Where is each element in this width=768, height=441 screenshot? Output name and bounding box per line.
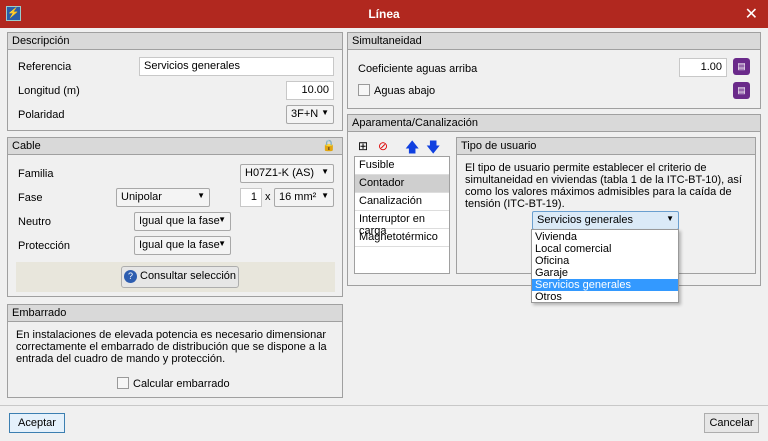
coef-input[interactable]: 1.00 — [679, 58, 727, 77]
tipo-usuario-value: Servicios generales — [537, 214, 633, 226]
neutro-select[interactable]: Igual que la fase ▼ — [134, 212, 231, 231]
aparamenta-list: Fusible Contador Canalización Interrupto… — [354, 156, 450, 274]
footer-divider — [0, 405, 768, 406]
close-icon[interactable]: ✕ — [745, 4, 758, 24]
embarrado-panel: Embarrado En instalaciones de elevada po… — [7, 304, 343, 398]
proteccion-select[interactable]: Igual que la fase ▼ — [134, 236, 231, 255]
calcular-embarrado-checkbox[interactable]: Calcular embarrado — [117, 377, 230, 390]
cable-header-label: Cable — [12, 140, 41, 152]
descripcion-header: Descripción — [8, 33, 342, 50]
chevron-down-icon: ▼ — [218, 239, 226, 248]
polaridad-label: Polaridad — [18, 109, 65, 121]
cable-header: Cable 🔒 — [8, 138, 342, 155]
referencia-label: Referencia — [18, 61, 72, 73]
proteccion-value: Igual que la fase — [139, 239, 220, 251]
polaridad-select[interactable]: 3F+N ▼ — [286, 105, 334, 124]
descripcion-panel: Descripción Referencia Servicios general… — [7, 32, 343, 131]
consultar-area: ? Consultar selección — [16, 262, 335, 292]
polaridad-value: 3F+N — [291, 108, 319, 120]
chevron-down-icon: ▼ — [666, 214, 674, 223]
fase-type-value: Unipolar — [121, 191, 162, 203]
chevron-down-icon: ▼ — [321, 108, 329, 117]
tipo-usuario-select[interactable]: Servicios generales ▼ — [532, 211, 679, 230]
fase-section-value: 16 mm² — [279, 191, 317, 203]
accept-button[interactable]: Aceptar — [9, 413, 65, 433]
consultar-button[interactable]: ? Consultar selección — [121, 266, 239, 288]
aguas-abajo-label: Aguas abajo — [374, 85, 436, 97]
fase-count-input[interactable]: 1 — [240, 188, 262, 207]
fase-type-select[interactable]: Unipolar ▼ — [116, 188, 210, 207]
times-label: x — [265, 191, 271, 203]
option-oficina[interactable]: Oficina — [532, 255, 678, 267]
option-local-comercial[interactable]: Local comercial — [532, 243, 678, 255]
consultar-label: Consultar selección — [140, 270, 236, 282]
checkbox-icon[interactable] — [117, 377, 129, 389]
list-item[interactable]: Magnetotérmico — [355, 229, 449, 247]
lock-icon[interactable]: 🔒 — [322, 139, 336, 152]
aguas-abajo-checkbox[interactable]: Aguas abajo — [358, 84, 435, 97]
calcular-embarrado-label: Calcular embarrado — [133, 378, 230, 390]
add-icon[interactable]: ⊞ — [358, 139, 368, 153]
coef-label: Coeficiente aguas arriba — [358, 63, 478, 75]
simultaneidad-panel: Simultaneidad Coeficiente aguas arriba 1… — [347, 32, 761, 109]
neutro-label: Neutro — [18, 216, 52, 228]
chevron-down-icon: ▼ — [218, 215, 226, 224]
fase-label: Fase — [18, 192, 43, 204]
chevron-down-icon: ▼ — [197, 191, 205, 200]
list-item[interactable]: Canalización — [355, 193, 449, 211]
familia-select[interactable]: H07Z1-K (AS) ▼ — [240, 164, 334, 183]
longitud-input[interactable]: 10.00 — [286, 81, 334, 100]
aparamenta-header: Aparamenta/Canalización — [348, 115, 760, 132]
book-icon[interactable]: ▤ — [733, 82, 750, 99]
fase-section-select[interactable]: 16 mm² ▼ — [274, 188, 334, 207]
title-bar: ⚡ Línea ✕ — [0, 0, 768, 28]
cable-panel: Cable 🔒 Familia H07Z1-K (AS) ▼ Fase Unipol… — [7, 137, 343, 297]
neutro-value: Igual que la fase — [139, 215, 220, 227]
book-icon[interactable]: ▤ — [733, 58, 750, 75]
simultaneidad-header: Simultaneidad — [348, 33, 760, 50]
cancel-button[interactable]: Cancelar — [704, 413, 759, 433]
window-title: Línea — [368, 7, 400, 21]
delete-icon[interactable]: ⊘ — [378, 139, 388, 153]
option-otros[interactable]: Otros — [532, 291, 678, 303]
checkbox-icon[interactable] — [358, 84, 370, 96]
longitud-label: Longitud (m) — [18, 85, 80, 97]
embarrado-text: En instalaciones de elevada potencia es … — [16, 329, 327, 365]
tipo-usuario-dropdown: Vivienda Local comercial Oficina Garaje … — [531, 229, 679, 303]
option-vivienda[interactable]: Vivienda — [532, 231, 678, 243]
list-item[interactable]: Interruptor en carga — [355, 211, 449, 237]
chevron-down-icon: ▼ — [321, 167, 329, 176]
embarrado-header: Embarrado — [8, 305, 342, 322]
option-garaje[interactable]: Garaje — [532, 267, 678, 279]
referencia-input[interactable]: Servicios generales — [139, 57, 334, 76]
chevron-down-icon: ▼ — [321, 191, 329, 200]
tipo-usuario-text: El tipo de usuario permite establecer el… — [465, 162, 742, 210]
list-item-selected[interactable]: Contador — [355, 175, 449, 193]
list-item[interactable]: Fusible — [355, 157, 449, 175]
familia-label: Familia — [18, 168, 54, 180]
tipo-usuario-header: Tipo de usuario — [457, 138, 755, 155]
proteccion-label: Protección — [18, 240, 70, 252]
familia-value: H07Z1-K (AS) — [245, 167, 315, 179]
help-icon: ? — [124, 270, 137, 283]
option-servicios-generales[interactable]: Servicios generales — [532, 279, 678, 291]
